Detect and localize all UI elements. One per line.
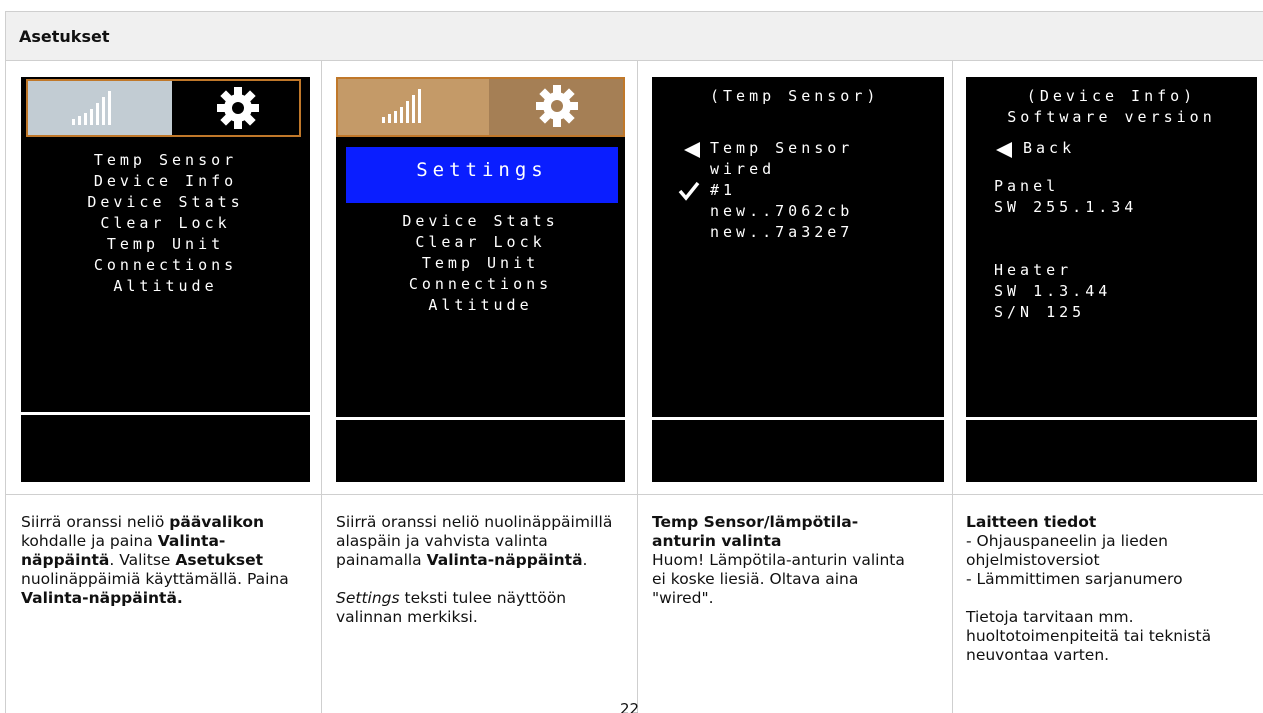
- back-button[interactable]: Back: [1023, 138, 1075, 159]
- menu-item-altitude[interactable]: Altitude: [336, 295, 625, 316]
- screen-title: (Temp Sensor): [710, 87, 880, 105]
- gear-icon: [536, 85, 579, 127]
- sensor-option-3[interactable]: new..7a32e7: [710, 222, 853, 243]
- grid-line: [952, 61, 953, 713]
- device-screen-main-menu: Temp Sensor Device Info Device Stats Cle…: [21, 77, 310, 482]
- signal-tab: [28, 81, 172, 135]
- menu-item-temp-unit[interactable]: Temp Unit: [21, 234, 310, 255]
- manual-page: Asetukset Temp Sensor Device Info Device…: [0, 0, 1263, 713]
- menu-item-device-info[interactable]: Device Info: [21, 171, 310, 192]
- back-arrow-icon[interactable]: [682, 140, 702, 160]
- caption-1: Siirrä oranssi neliö päävalikon kohdalle…: [21, 513, 289, 607]
- screen-divider: [652, 417, 944, 420]
- signal-tab: [338, 79, 490, 135]
- wired-option[interactable]: wired: [710, 159, 775, 180]
- screen-divider: [966, 417, 1257, 420]
- sensor-option-1[interactable]: #1: [710, 180, 736, 201]
- caption-3: Temp Sensor/lämpötila-anturin valinta Hu…: [652, 513, 905, 607]
- screen-subtitle: Software version: [1007, 108, 1216, 126]
- settings-topbar: [336, 77, 625, 137]
- settings-menu-list: Device Stats Clear Lock Temp Unit Connec…: [336, 211, 625, 316]
- grid-line: [5, 61, 6, 713]
- grid-line: [5, 494, 1263, 495]
- menu-item-clear-lock[interactable]: Clear Lock: [21, 213, 310, 234]
- selected-menu-label[interactable]: Settings: [346, 147, 618, 203]
- grid-line: [321, 61, 322, 713]
- heater-label: Heater: [994, 261, 1073, 279]
- sensor-option-2[interactable]: new..7062cb: [710, 201, 853, 222]
- menu-item-connections[interactable]: Connections: [336, 274, 625, 295]
- section-header: Asetukset: [5, 11, 1263, 61]
- menu-item-temp-unit[interactable]: Temp Unit: [336, 253, 625, 274]
- menu-item-altitude[interactable]: Altitude: [21, 276, 310, 297]
- menu-item-temp-sensor[interactable]: Temp Sensor: [21, 150, 310, 171]
- screen-divider: [21, 412, 310, 415]
- signal-bars-icon: [72, 91, 111, 125]
- settings-tab: [171, 81, 299, 135]
- menu-item-device-stats[interactable]: Device Stats: [21, 192, 310, 213]
- menu-item-device-stats[interactable]: Device Stats: [336, 211, 625, 232]
- temp-sensor-option[interactable]: Temp Sensor: [710, 138, 853, 159]
- grid-line: [637, 61, 638, 713]
- settings-tab: [489, 79, 623, 135]
- signal-bars-icon: [382, 89, 421, 123]
- heater-serial-number: S/N 125: [994, 303, 1086, 321]
- main-menu-topbar: [26, 79, 301, 137]
- device-screen-settings: Device Info Settings Device Stats Clear …: [336, 77, 625, 482]
- device-screen-device-info: (Device Info) Software version Back Pane…: [966, 77, 1257, 482]
- checkmark-icon: [678, 181, 700, 201]
- menu-item-connections[interactable]: Connections: [21, 255, 310, 276]
- heater-sw-version: SW 1.3.44: [994, 282, 1112, 300]
- panel-sw-version: SW 255.1.34: [994, 198, 1138, 216]
- caption-4: Laitteen tiedot - Ohjauspaneelin ja lied…: [966, 513, 1212, 664]
- caption-2: Siirrä oranssi neliö nuolinäppäimillä al…: [336, 513, 613, 626]
- main-menu-list: Temp Sensor Device Info Device Stats Cle…: [21, 150, 310, 297]
- screen-title: (Device Info): [1026, 87, 1197, 105]
- page-number: 22: [620, 700, 640, 713]
- menu-item-clear-lock[interactable]: Clear Lock: [336, 232, 625, 253]
- gear-icon: [216, 87, 259, 129]
- screen-divider: [336, 417, 625, 420]
- back-arrow-icon[interactable]: [994, 140, 1014, 160]
- panel-label: Panel: [994, 177, 1060, 195]
- device-screen-temp-sensor: (Temp Sensor) Temp Sensor wired #1 new..…: [652, 77, 944, 482]
